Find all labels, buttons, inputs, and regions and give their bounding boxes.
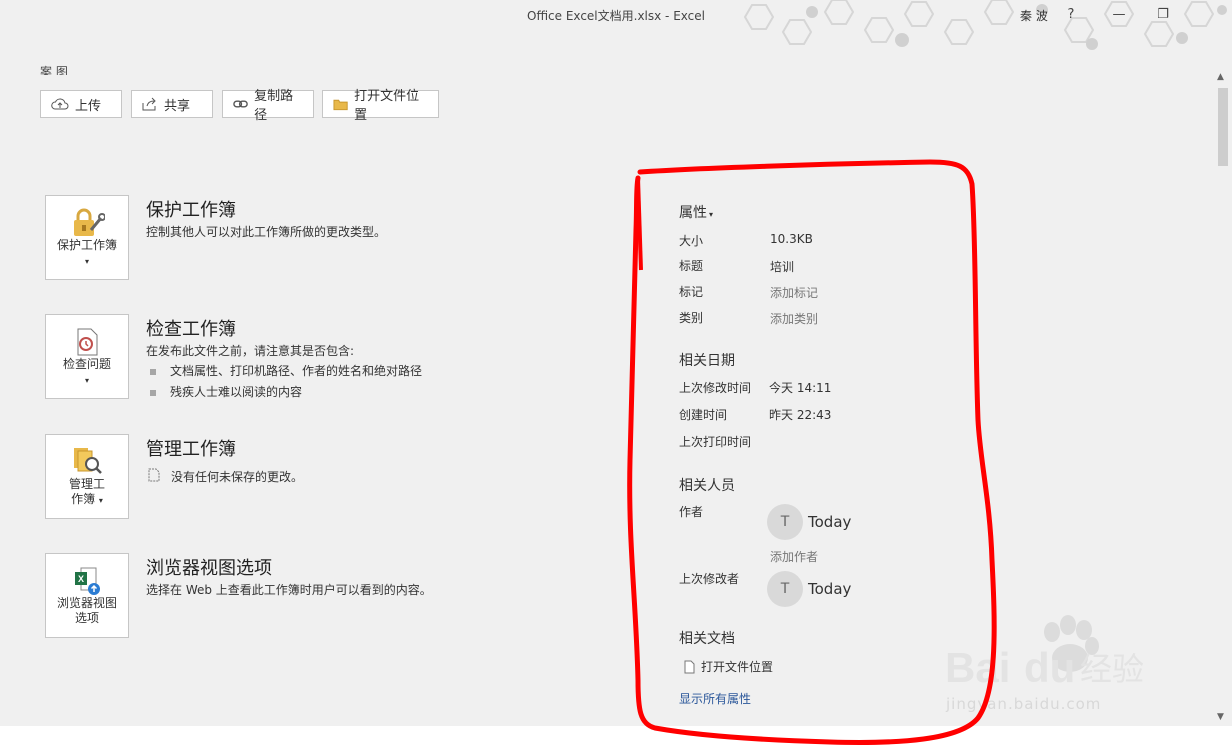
manage-label-2: 作簿 xyxy=(71,492,96,506)
scroll-up-arrow-icon[interactable]: ▲ xyxy=(1217,72,1224,82)
inspect-title: 检查工作簿 xyxy=(146,319,236,340)
open-file-location-link[interactable]: 打开文件位置 xyxy=(684,658,773,675)
share-button[interactable]: 共享 xyxy=(131,90,213,118)
scrollbar[interactable] xyxy=(1214,72,1232,726)
lock-key-icon xyxy=(74,208,105,236)
manage-desc: 没有任何未保存的更改。 xyxy=(171,470,304,484)
copy-path-button[interactable]: 复制路径 xyxy=(222,89,314,123)
folder-icon xyxy=(333,99,348,110)
share-label: 共享 xyxy=(164,98,191,114)
restore-button[interactable]: ❐ xyxy=(1148,4,1178,26)
modified-value: 今天 14:11 xyxy=(769,381,832,395)
modified-label: 上次修改时间 xyxy=(679,381,752,395)
link-icon xyxy=(233,100,248,108)
svg-text:du: du xyxy=(1024,644,1075,691)
protect-desc: 控制其他人可以对此工作簿所做的更改类型。 xyxy=(146,225,387,239)
document-icon xyxy=(684,660,695,673)
document-dashed-icon xyxy=(148,468,160,482)
open-file-location-label: 打开文件位置 xyxy=(354,89,420,123)
scroll-down-arrow-icon[interactable]: ▼ xyxy=(1217,712,1224,722)
dropdown-arrow-icon: ▾ xyxy=(709,210,714,219)
minimize-button[interactable]: — xyxy=(1104,4,1134,26)
modifier-name[interactable]: Today xyxy=(808,580,851,598)
created-label: 创建时间 xyxy=(679,408,728,422)
browser-label-2: 选项 xyxy=(74,611,99,625)
excel-web-icon: X xyxy=(75,567,100,595)
watermark-text: jingyan.baidu.com xyxy=(946,695,1102,713)
inspect-bullet: 残疾人士难以阅读的内容 xyxy=(150,383,302,400)
location-label: 案 图 xyxy=(40,65,68,75)
tags-field[interactable]: 添加标记 xyxy=(770,284,818,301)
author-label: 作者 xyxy=(679,505,704,519)
inspect-bullet: 文档属性、打印机路径、作者的姓名和绝对路径 xyxy=(150,362,422,379)
share-icon xyxy=(142,97,156,111)
category-label: 类别 xyxy=(679,311,704,325)
printed-label: 上次打印时间 xyxy=(679,435,752,449)
category-field[interactable]: 添加类别 xyxy=(770,310,818,327)
scrollbar-thumb[interactable] xyxy=(1218,88,1228,166)
upload-label: 上传 xyxy=(75,98,102,114)
help-button[interactable]: ? xyxy=(1056,4,1086,26)
modifier-label: 上次修改者 xyxy=(679,572,740,586)
open-file-location-text: 打开文件位置 xyxy=(701,660,774,674)
inspect-document-icon xyxy=(77,328,98,356)
tags-label: 标记 xyxy=(679,285,704,299)
check-issues-button[interactable]: 检查问题 ▾ xyxy=(45,314,129,399)
dropdown-arrow-icon: ▾ xyxy=(98,496,103,505)
user-name[interactable]: 秦 波 xyxy=(1020,7,1048,24)
protect-icon-label: 保护工作簿 xyxy=(56,238,117,252)
dropdown-arrow-icon: ▾ xyxy=(84,257,89,266)
browser-title: 浏览器视图选项 xyxy=(146,558,272,579)
upload-button[interactable]: 上传 xyxy=(40,90,122,118)
manage-label-1: 管理工 xyxy=(68,477,105,491)
manage-workbook-button[interactable]: 管理工 作簿 ▾ xyxy=(45,434,129,519)
size-value: 10.3KB xyxy=(770,232,813,246)
inspect-desc: 在发布此文件之前，请注意其是否包含: xyxy=(146,344,355,358)
browser-label-1: 浏览器视图 xyxy=(56,596,117,610)
related-people-header: 相关人员 xyxy=(679,478,735,494)
svg-text:X: X xyxy=(78,574,84,584)
properties-header[interactable]: 属性 ▾ xyxy=(679,202,713,222)
svg-text:经验: 经验 xyxy=(1080,650,1144,688)
title-value[interactable]: 培训 xyxy=(770,258,794,275)
manage-versions-icon xyxy=(74,448,102,474)
size-label: 大小 xyxy=(679,234,704,248)
modifier-avatar[interactable]: T xyxy=(767,571,803,607)
manage-title: 管理工作簿 xyxy=(146,439,236,460)
status-strip xyxy=(0,726,1232,748)
created-value: 昨天 22:43 xyxy=(769,408,832,422)
author-name[interactable]: Today xyxy=(808,513,851,531)
cloud-upload-icon xyxy=(51,98,69,110)
browser-desc: 选择在 Web 上查看此工作簿时用户可以看到的内容。 xyxy=(146,583,432,597)
title-label: 标题 xyxy=(679,259,704,273)
add-author-field[interactable]: 添加作者 xyxy=(770,548,818,565)
author-avatar[interactable]: T xyxy=(767,504,803,540)
browser-view-options-button[interactable]: X 浏览器视图 选项 xyxy=(45,553,129,638)
open-file-location-button[interactable]: 打开文件位置 xyxy=(322,89,439,123)
protect-title: 保护工作簿 xyxy=(146,200,236,221)
related-docs-header: 相关文档 xyxy=(679,631,735,647)
dropdown-arrow-icon: ▾ xyxy=(84,376,89,385)
check-issues-label: 检查问题 xyxy=(62,357,111,371)
svg-text:Bai: Bai xyxy=(945,644,1010,691)
related-dates-header: 相关日期 xyxy=(679,353,735,369)
protect-workbook-button[interactable]: 保护工作簿 ▾ xyxy=(45,195,129,280)
show-all-properties-link[interactable]: 显示所有属性 xyxy=(679,690,751,707)
copy-path-label: 复制路径 xyxy=(254,89,294,123)
